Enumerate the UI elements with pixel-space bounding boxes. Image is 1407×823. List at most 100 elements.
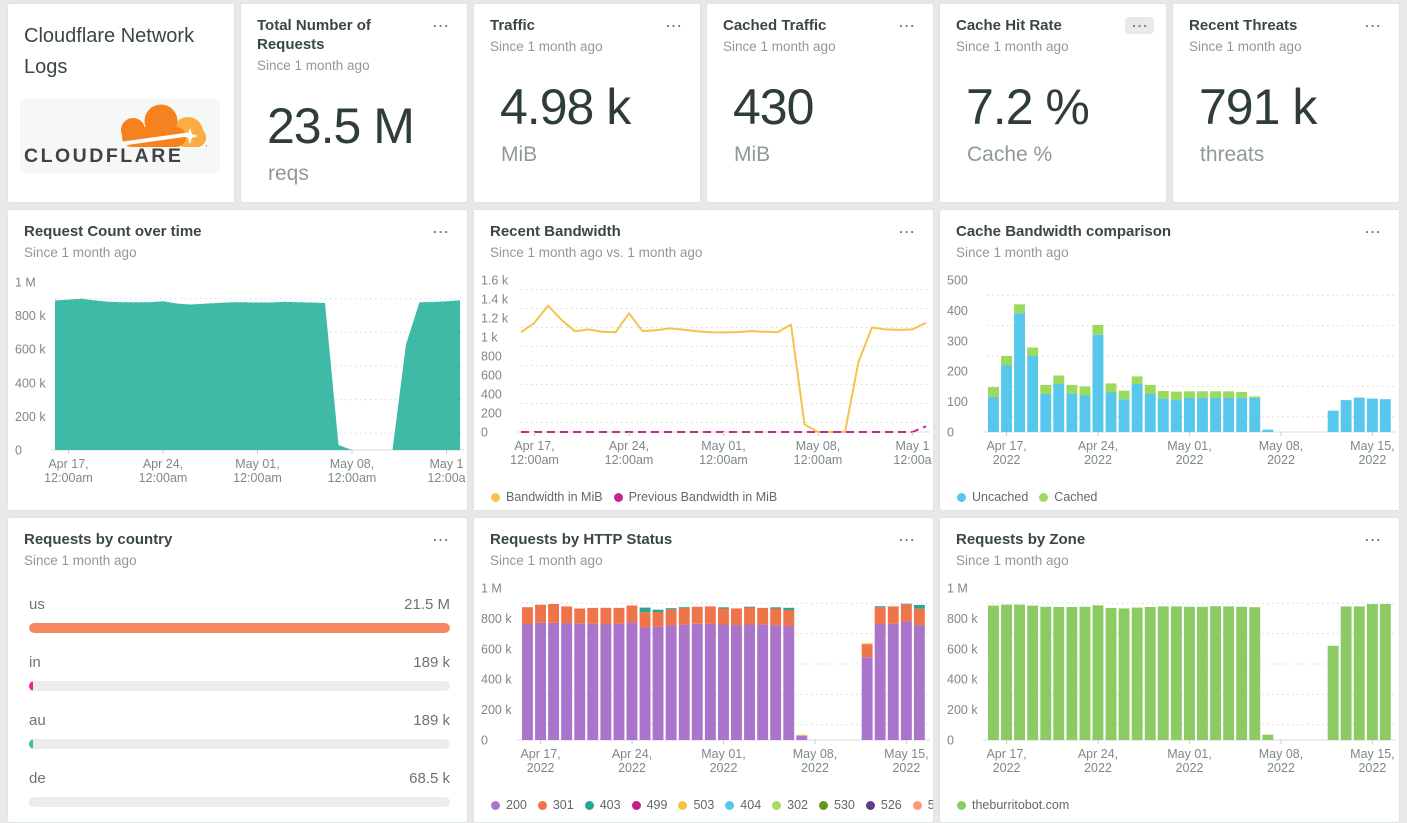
svg-text:May 112:00a: May 112:00a <box>893 439 931 467</box>
panel-menu-button[interactable]: ... <box>1358 223 1387 240</box>
svg-text:0: 0 <box>947 734 954 748</box>
panel-subtitle: Since 1 month ago <box>257 58 426 73</box>
chart-svg: 0200 k400 k600 k800 k1 MApr 17,2022Apr 2… <box>941 576 1398 794</box>
panel-title: Requests by country <box>24 531 172 550</box>
panel-title: Requests by HTTP Status <box>490 531 672 550</box>
svg-text:400 k: 400 k <box>481 673 512 687</box>
country-bar-track <box>29 681 450 691</box>
stat-unit: threats <box>1200 143 1399 167</box>
legend-label: 301 <box>553 798 574 812</box>
svg-text:0: 0 <box>947 426 954 440</box>
panel-subtitle: Since 1 month ago <box>956 553 1085 568</box>
svg-text:CLOUDFLARE: CLOUDFLARE <box>24 145 183 167</box>
legend-item[interactable]: 503 <box>678 798 714 812</box>
country-row[interactable]: in 189 k <box>29 633 450 691</box>
country-bar <box>29 681 33 691</box>
panel-menu-button[interactable]: ... <box>1358 531 1387 548</box>
panel-title: Traffic <box>490 17 603 36</box>
charts-row-1: Request Count over time Since 1 month ag… <box>7 209 1400 511</box>
request-count-chart[interactable]: 0200 k400 k600 k800 k1 MApr 17,12:00amAp… <box>9 268 466 511</box>
legend-item[interactable]: 301 <box>538 798 574 812</box>
svg-text:0: 0 <box>481 426 488 440</box>
country-row[interactable]: au 189 k <box>29 691 450 749</box>
recent-bandwidth-chart[interactable]: 02004006008001 k1.2 k1.4 k1.6 kApr 17,12… <box>475 268 932 486</box>
panel-menu-button[interactable]: ... <box>892 531 921 548</box>
stats-row: Cloudflare Network Logs CLOUDFLARE ' <box>7 3 1400 203</box>
svg-text:May 08,12:00am: May 08,12:00am <box>328 457 377 485</box>
panel-cache-hit-rate: Cache Hit Rate Since 1 month ago ... 7.2… <box>939 3 1167 203</box>
svg-text:May 01,12:00am: May 01,12:00am <box>233 457 282 485</box>
legend-item[interactable]: 526 <box>866 798 902 812</box>
panel-menu-button[interactable]: ... <box>1125 17 1154 34</box>
svg-text:May 15,2022: May 15,2022 <box>1350 439 1394 467</box>
panel-subtitle: Since 1 month ago <box>723 39 836 54</box>
panel-subtitle: Since 1 month ago <box>24 553 172 568</box>
country-value: 189 k <box>413 712 450 729</box>
panel-cached-traffic: Cached Traffic Since 1 month ago ... 430… <box>706 3 934 203</box>
cache-bandwidth-chart[interactable]: 0100200300400500Apr 17,2022Apr 24,2022Ma… <box>941 268 1398 486</box>
panel-menu-button[interactable]: ... <box>892 223 921 240</box>
legend-item[interactable]: 403 <box>585 798 621 812</box>
svg-text:May 112:00a: May 112:00a <box>427 457 465 485</box>
legend-item[interactable]: Uncached <box>957 490 1028 504</box>
legend-item[interactable]: 302 <box>772 798 808 812</box>
legend-item[interactable]: 200 <box>491 798 527 812</box>
svg-text:1 M: 1 M <box>15 276 36 290</box>
legend-item[interactable]: theburritobot.com <box>957 798 1069 812</box>
svg-text:400: 400 <box>947 304 968 318</box>
svg-text:Apr 17,2022: Apr 17,2022 <box>520 747 560 775</box>
svg-text:600 k: 600 k <box>947 642 978 656</box>
legend-item[interactable]: 404 <box>725 798 761 812</box>
legend-label: 404 <box>740 798 761 812</box>
panel-subtitle: Since 1 month ago <box>490 553 672 568</box>
panel-dashboard-title: Cloudflare Network Logs CLOUDFLARE ' <box>7 3 235 203</box>
panel-subtitle: Since 1 month ago <box>956 245 1171 260</box>
legend-dot <box>614 493 623 502</box>
legend-label: 403 <box>600 798 621 812</box>
legend-item[interactable]: 530 <box>819 798 855 812</box>
legend-dot <box>1039 493 1048 502</box>
chart-svg: 02004006008001 k1.2 k1.4 k1.6 kApr 17,12… <box>475 268 932 486</box>
panel-menu-button[interactable]: ... <box>426 531 455 548</box>
country-row[interactable]: de 68.5 k <box>29 749 450 807</box>
svg-text:May 08,2022: May 08,2022 <box>793 747 837 775</box>
svg-text:600 k: 600 k <box>15 343 46 357</box>
panel-cache-bandwidth: Cache Bandwidth comparison Since 1 month… <box>939 209 1400 511</box>
svg-text:Apr 24,2022: Apr 24,2022 <box>1078 439 1118 467</box>
legend-item[interactable]: Previous Bandwidth in MiB <box>614 490 778 504</box>
panel-menu-button[interactable]: ... <box>426 17 455 34</box>
legend-item[interactable]: Cached <box>1039 490 1097 504</box>
chart-svg: 0100200300400500Apr 17,2022Apr 24,2022Ma… <box>941 268 1398 486</box>
svg-text:May 15,2022: May 15,2022 <box>1350 747 1394 775</box>
legend-dot <box>957 493 966 502</box>
country-bar-track <box>29 739 450 749</box>
svg-text:Apr 17,2022: Apr 17,2022 <box>986 747 1026 775</box>
panel-recent-bandwidth: Recent Bandwidth Since 1 month ago vs. 1… <box>473 209 934 511</box>
cloudflare-logo: CLOUDFLARE ' <box>20 99 220 173</box>
chart-legend: Uncached Cached <box>957 490 1391 504</box>
http-status-chart[interactable]: 0200 k400 k600 k800 k1 MApr 17,2022Apr 2… <box>475 576 932 794</box>
svg-text:Apr 24,2022: Apr 24,2022 <box>1078 747 1118 775</box>
legend-item[interactable]: 524 <box>913 798 934 812</box>
panel-menu-button[interactable]: ... <box>426 223 455 240</box>
panel-title: Recent Threats <box>1189 17 1302 36</box>
country-row[interactable]: us 21.5 M <box>29 570 450 633</box>
panel-menu-button[interactable]: ... <box>659 17 688 34</box>
svg-text:May 01,12:00am: May 01,12:00am <box>699 439 748 467</box>
legend-label: Previous Bandwidth in MiB <box>629 490 778 504</box>
legend-label: 302 <box>787 798 808 812</box>
legend-item[interactable]: 499 <box>632 798 668 812</box>
requests-by-country-chart[interactable]: us 21.5 M in 189 k au 189 k de 68.5 k <box>9 570 466 822</box>
legend-dot <box>772 801 781 810</box>
panel-menu-button[interactable]: ... <box>892 17 921 34</box>
legend-item[interactable]: Bandwidth in MiB <box>491 490 603 504</box>
country-value: 21.5 M <box>404 596 450 613</box>
svg-text:100: 100 <box>947 395 968 409</box>
charts-row-2: Requests by country Since 1 month ago ..… <box>7 517 1400 823</box>
stat-value: 430 <box>733 78 933 136</box>
stat-unit: reqs <box>268 162 467 186</box>
country-bar-track <box>29 797 450 807</box>
panel-title: Request Count over time <box>24 223 202 242</box>
panel-menu-button[interactable]: ... <box>1358 17 1387 34</box>
requests-by-zone-chart[interactable]: 0200 k400 k600 k800 k1 MApr 17,2022Apr 2… <box>941 576 1398 794</box>
